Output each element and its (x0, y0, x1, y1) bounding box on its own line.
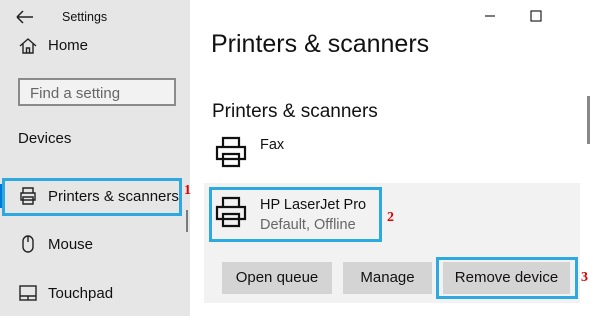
section-title: Printers & scanners (212, 101, 378, 122)
back-arrow-icon[interactable] (14, 7, 36, 27)
home-icon (19, 38, 37, 54)
sidebar: Settings Home Find a setting Devices Pri… (0, 0, 190, 316)
highlight-hp-laserjet (209, 187, 382, 242)
device-name: Fax (260, 137, 285, 153)
maximize-icon[interactable] (526, 6, 546, 26)
section-heading-devices: Devices (18, 130, 72, 147)
window-title: Settings (62, 10, 108, 24)
page-title: Printers & scanners (211, 30, 430, 58)
step-badge-3: 3 (581, 270, 588, 285)
highlight-printers-scanners (2, 178, 182, 216)
printer-icon (215, 136, 247, 168)
sidebar-item-home[interactable]: Home (0, 26, 190, 66)
sidebar-item-label: Home (48, 37, 89, 54)
highlight-remove-device (436, 257, 578, 299)
touchpad-icon (19, 285, 37, 301)
search-placeholder: Find a setting (30, 85, 121, 102)
open-queue-button[interactable]: Open queue (222, 262, 332, 294)
search-input[interactable]: Find a setting (18, 78, 176, 106)
minimize-icon[interactable] (480, 6, 500, 26)
step-badge-1: 1 (184, 183, 191, 198)
main-scrollbar[interactable] (587, 96, 590, 144)
sidebar-item-mouse[interactable]: Mouse (0, 226, 190, 266)
mouse-icon (22, 235, 34, 253)
sidebar-item-touchpad[interactable]: Touchpad (0, 274, 190, 314)
sidebar-item-label: Touchpad (48, 285, 114, 302)
step-badge-2: 2 (387, 210, 394, 225)
manage-button[interactable]: Manage (343, 262, 432, 294)
sidebar-item-label: Mouse (48, 236, 94, 253)
sidebar-scrollbar[interactable] (186, 210, 188, 232)
